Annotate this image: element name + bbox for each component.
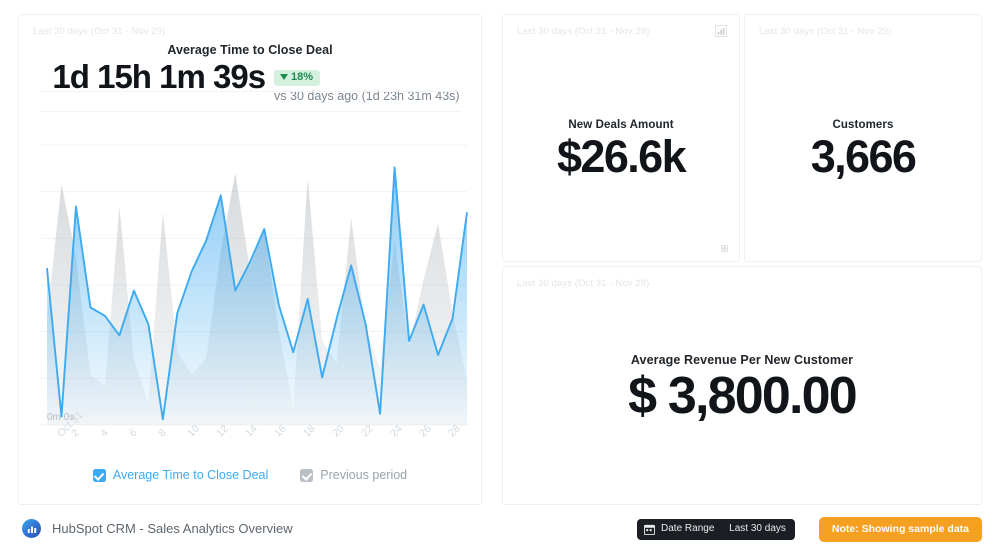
card-date-range-label: Last 30 days (Oct 31 - Nov 29) [33, 26, 166, 37]
customers-metric: Customers 3,666 [745, 119, 981, 180]
legend-label: Previous period [320, 468, 408, 482]
page-title: Average Time to Close Deal [167, 43, 333, 57]
x-axis-tick: 8 [156, 426, 169, 440]
chart-canvas [39, 144, 468, 426]
card-date-range-label: Last 30 days (Oct 31 - Nov 29) [759, 26, 892, 37]
footer-bar: HubSpot CRM - Sales Analytics Overview D… [0, 505, 1000, 554]
x-axis: Oct 31 2 4 6 8 10 12 14 16 18 20 22 24 26 28 [29, 409, 499, 471]
card-date-range-label: Last 30 days (Oct 31 - Nov 29) [517, 26, 650, 37]
legend-item-current[interactable]: Average Time to Close Deal [92, 468, 269, 482]
resize-grip-icon[interactable] [721, 245, 728, 252]
average-time-to-close-deal-card[interactable]: Last 30 days (Oct 31 - Nov 29) Average T… [18, 14, 482, 505]
current-period-area [47, 167, 467, 425]
metric-value: $ 3,800.00 [628, 367, 858, 425]
brand: HubSpot CRM - Sales Analytics Overview [22, 519, 293, 538]
metric-title: New Deals Amount [568, 119, 674, 131]
arpc-metric: Average Revenue Per New Customer $ 3,800… [503, 353, 981, 424]
checkbox-icon[interactable] [92, 468, 106, 482]
x-axis-tick: 6 [127, 426, 141, 440]
new-deals-amount-card[interactable]: Last 30 days (Oct 31 - Nov 29) New Deals… [502, 14, 740, 262]
legend-item-previous[interactable]: Previous period [300, 468, 407, 482]
dashboard-page: Last 30 days (Oct 31 - Nov 29) Average T… [0, 0, 1000, 554]
metric-title: Average Revenue Per New Customer [630, 353, 854, 367]
average-revenue-per-new-customer-card[interactable]: Last 30 days (Oct 31 - Nov 29) Average R… [502, 266, 982, 505]
triangle-down-icon [280, 74, 289, 80]
metric-value: 3,666 [810, 131, 917, 182]
sample-data-note-badge: Note: Showing sample data [818, 517, 982, 542]
metric-value: $26.6k [556, 131, 687, 182]
area-chart[interactable]: 0m 0s [29, 119, 473, 429]
status-badge: 18% [274, 69, 321, 86]
hubspot-chart-icon [22, 519, 41, 538]
delta-percent: 18% [291, 70, 314, 83]
badge-separator [720, 524, 723, 534]
customers-card[interactable]: Last 30 days (Oct 31 - Nov 29) Customers… [744, 14, 982, 262]
date-range-badge-label: Date Range [661, 523, 715, 535]
divider [39, 91, 461, 92]
date-range-badge-value: Last 30 days [729, 523, 786, 535]
calendar-icon [644, 524, 656, 535]
legend-label: Average Time to Close Deal [112, 468, 269, 482]
new-deals-metric: New Deals Amount $26.6k [503, 119, 739, 180]
metric-title: Customers [832, 119, 894, 131]
footer-badges: Date Range Last 30 days Note: Showing sa… [637, 517, 982, 542]
chart-legend[interactable]: Average Time to Close Deal Previous perio… [19, 468, 481, 482]
x-axis-tick: 2 [69, 426, 83, 440]
date-range-badge[interactable]: Date Range Last 30 days [637, 518, 795, 540]
bar-chart-icon[interactable] [715, 25, 727, 37]
checkbox-icon[interactable] [300, 468, 314, 482]
kpi-header: Average Time to Close Deal 1d 15h 1m 39s… [19, 43, 481, 103]
x-axis-tick: 4 [98, 426, 112, 440]
divider [39, 111, 461, 112]
card-date-range-label: Last 30 days (Oct 31 - Nov 29) [517, 278, 650, 289]
brand-label: HubSpot CRM - Sales Analytics Overview [52, 521, 293, 536]
